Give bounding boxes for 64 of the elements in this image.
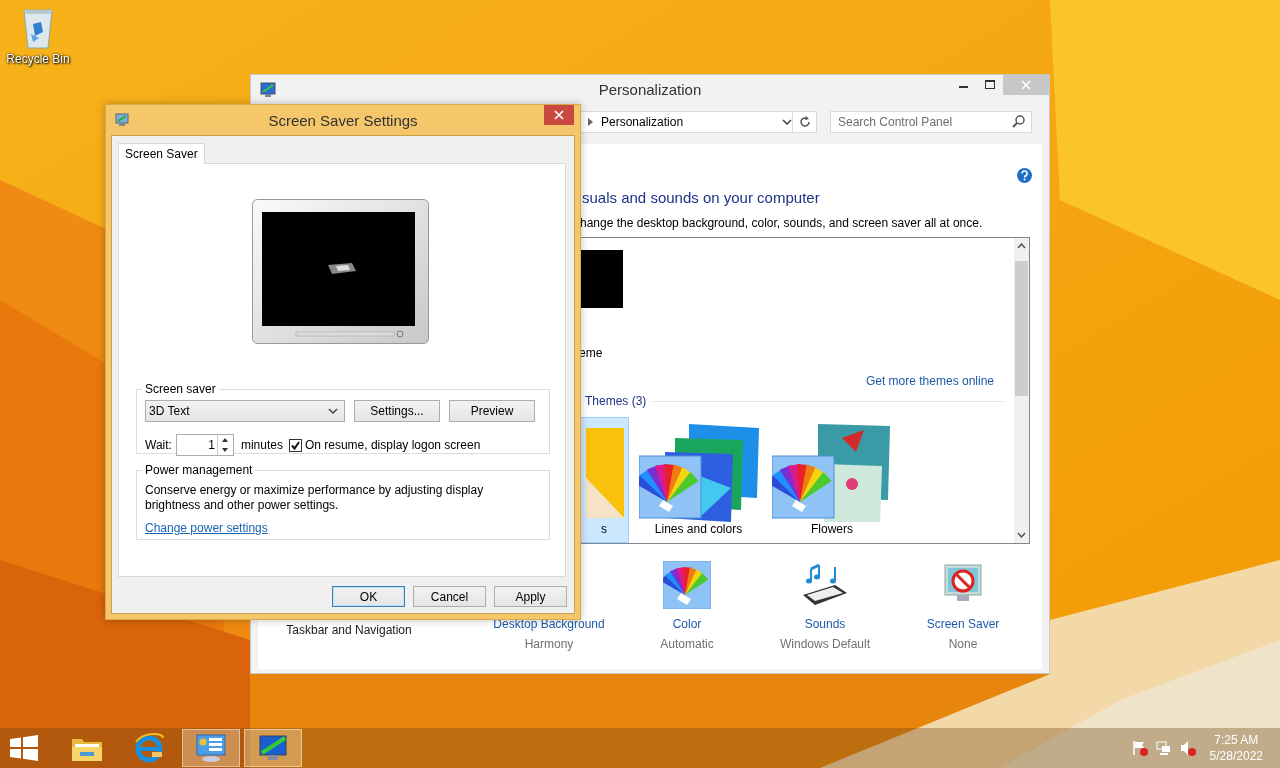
description-text: Conserve energy or maximize performance by adjusting display brightness and other power settings. (145, 483, 485, 513)
power-management-group: Power management Conserve energy or maximize performance by adjusting display brightness and other power settings. Change power settings (136, 463, 550, 540)
theme-tile[interactable]: Lines and colors (635, 417, 762, 543)
theme-tile[interactable]: Flowers (772, 417, 892, 543)
unit-label: minutes (240, 438, 283, 452)
dialog-button[interactable]: Apply (494, 586, 567, 607)
setting-value: Windows Default (779, 637, 870, 651)
color-palette-icon[interactable] (663, 561, 711, 609)
search-icon[interactable] (1012, 115, 1025, 128)
field-label: Wait: (145, 438, 172, 452)
dialog-button[interactable]: Settings... (354, 400, 440, 422)
get-themes-link[interactable]: Get more themes online (865, 374, 994, 388)
theme-tile[interactable]: s (579, 417, 629, 543)
group-heading: Themes (3) (584, 394, 647, 408)
dialog-button[interactable]: OK (332, 586, 405, 607)
breadcrumb-arrow-icon (588, 118, 593, 126)
close-icon (554, 110, 564, 120)
taskbar-button[interactable] (244, 729, 302, 767)
chevron-down-icon (328, 408, 338, 414)
dialog-title: Screen Saver Settings (268, 112, 418, 129)
power-settings-link[interactable]: Change power settings (145, 521, 268, 535)
flag-icon[interactable] (1131, 740, 1148, 756)
scroll-down-icon[interactable] (1017, 532, 1026, 538)
checkbox-label[interactable]: On resume, display logon screen (304, 438, 481, 452)
page-heading: suals and sounds on your computer (582, 189, 821, 206)
volume-muted-icon[interactable] (1179, 740, 1196, 756)
maximize-icon (985, 80, 995, 90)
address-bar[interactable]: Personalization (579, 111, 793, 133)
setting-value: Harmony (524, 637, 574, 651)
setting-label[interactable]: Taskbar and Navigation (286, 623, 412, 637)
globe-icon[interactable] (133, 732, 165, 764)
chevron-down-icon[interactable] (782, 119, 792, 125)
window-title: Personalization (598, 81, 702, 98)
icon-label: Recycle Bin (6, 52, 70, 66)
setting-link[interactable]: Sounds (804, 617, 846, 631)
help-icon[interactable] (1017, 168, 1032, 183)
dialog-button[interactable]: Cancel (413, 586, 486, 607)
checkmark-icon (289, 439, 301, 451)
tab[interactable]: Screen Saver (118, 143, 205, 164)
screen-saver-dropdown[interactable]: 3D Text (145, 400, 345, 422)
scroll-up-icon[interactable] (1017, 243, 1026, 249)
control-panel-icon[interactable] (195, 733, 227, 763)
setting-link[interactable]: Color (672, 617, 702, 631)
start-button[interactable] (10, 735, 38, 761)
refresh-icon (798, 116, 811, 128)
personalization-icon[interactable] (257, 733, 289, 763)
setting-link[interactable]: Desktop Background (493, 617, 605, 631)
close-button[interactable] (544, 105, 574, 125)
page-description: hange the desktop background, color, sounds, and screen saver all at once. (580, 216, 984, 230)
refresh-button[interactable] (793, 111, 817, 133)
setting-value: Automatic (660, 637, 714, 651)
taskbar-button[interactable] (182, 729, 240, 767)
setting-link[interactable]: Screen Saver (926, 617, 1000, 631)
scrollbar-thumb[interactable] (1015, 261, 1028, 396)
close-icon (1021, 80, 1031, 90)
setting-value: None (948, 637, 978, 651)
screen-saver-window-icon (115, 113, 129, 127)
dialog-button[interactable]: Preview (449, 400, 535, 422)
personalization-window-icon (260, 81, 276, 98)
checkbox[interactable] (288, 438, 302, 452)
screen-saver-group: Screen saver 3D Text Settings... Preview Wait: 1 minutes On resume, display logon screen (136, 382, 550, 454)
theme-thumbnail[interactable] (579, 250, 623, 308)
wait-spinner[interactable]: 1 (175, 434, 234, 456)
search-field[interactable]: Search Control Panel (830, 111, 1032, 133)
